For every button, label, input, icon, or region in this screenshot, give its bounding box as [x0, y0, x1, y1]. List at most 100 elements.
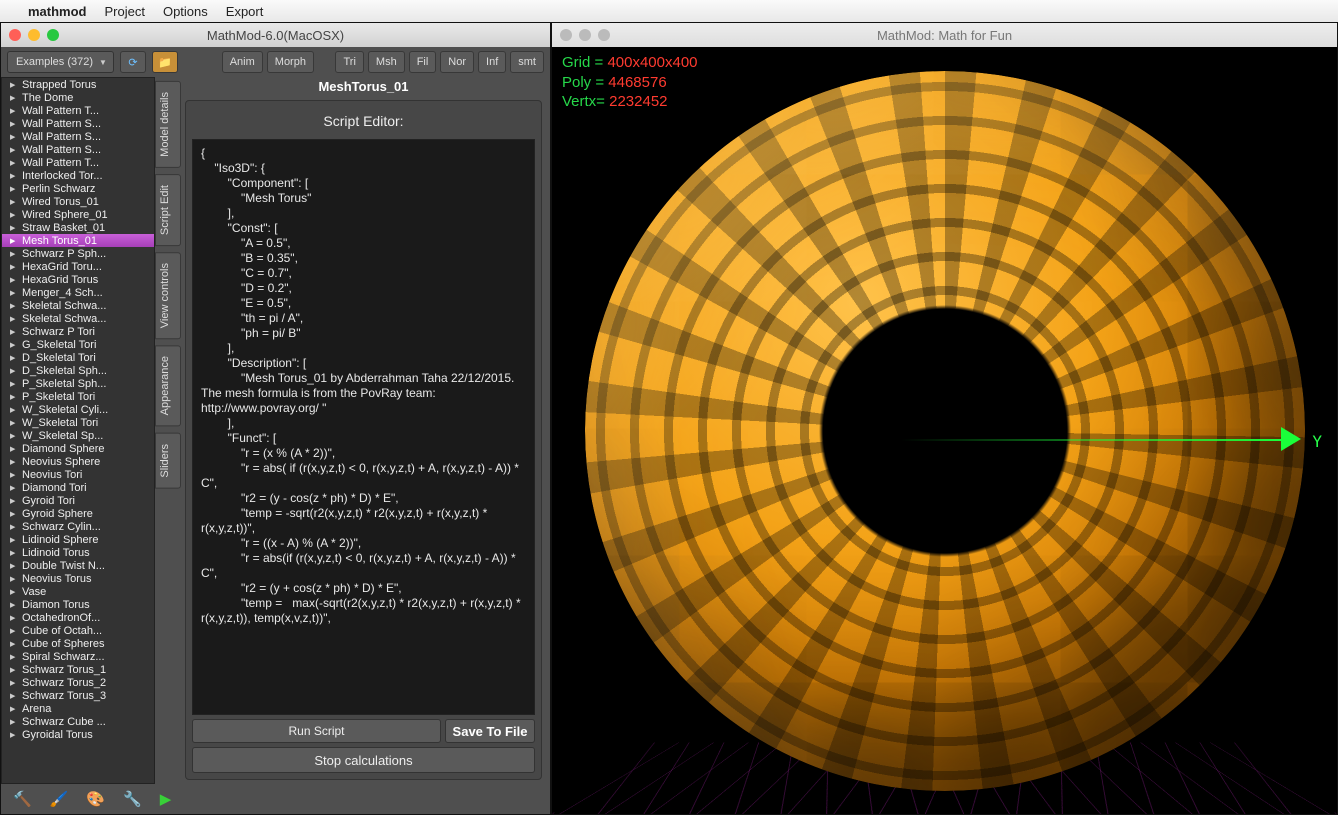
refresh-button[interactable]: ⟳	[120, 51, 146, 73]
hud-poly-value: 4468576	[608, 74, 666, 91]
tree-item[interactable]: Gyroidal Torus	[2, 728, 154, 741]
tree-item[interactable]: Schwarz Torus_3	[2, 689, 154, 702]
tree-item[interactable]: D_Skeletal Tori	[2, 351, 154, 364]
hud-grid-value: 400x400x400	[607, 54, 697, 71]
tree-item[interactable]: Diamond Sphere	[2, 442, 154, 455]
tree-item[interactable]: Double Twist N...	[2, 559, 154, 572]
hammer-icon[interactable]: 🔨	[13, 790, 32, 808]
left-titlebar[interactable]: MathMod-6.0(MacOSX)	[1, 23, 550, 47]
tree-item[interactable]: Menger_4 Sch...	[2, 286, 154, 299]
tree-item[interactable]: Mesh Torus_01	[2, 234, 154, 247]
tree-item[interactable]: Schwarz P Sph...	[2, 247, 154, 260]
examples-dropdown[interactable]: Examples (372) ▼	[7, 51, 114, 73]
anim-button[interactable]: Anim	[222, 51, 263, 73]
tri-button[interactable]: Tri	[335, 51, 363, 73]
menu-export[interactable]: Export	[226, 4, 264, 19]
tree-item[interactable]: Gyroid Sphere	[2, 507, 154, 520]
tree-item[interactable]: Gyroid Tori	[2, 494, 154, 507]
tree-item[interactable]: Schwarz Torus_2	[2, 676, 154, 689]
right-titlebar[interactable]: MathMod: Math for Fun	[552, 23, 1337, 47]
tree-item[interactable]: Skeletal Schwa...	[2, 299, 154, 312]
zoom-icon[interactable]	[47, 29, 59, 41]
tree-item[interactable]: Neovius Tori	[2, 468, 154, 481]
tree-item[interactable]: Schwarz Torus_1	[2, 663, 154, 676]
tree-item[interactable]: Lidinoid Torus	[2, 546, 154, 559]
zoom-icon[interactable]	[598, 29, 610, 41]
right-window-title: MathMod: Math for Fun	[877, 28, 1012, 43]
menu-project[interactable]: Project	[105, 4, 145, 19]
tree-item[interactable]: Vase	[2, 585, 154, 598]
hud-grid-label: Grid =	[562, 54, 607, 71]
tree-item[interactable]: D_Skeletal Sph...	[2, 364, 154, 377]
tree-item[interactable]: Neovius Sphere	[2, 455, 154, 468]
mesh-torus-render	[585, 71, 1305, 791]
examples-tree[interactable]: Strapped TorusThe DomeWall Pattern T...W…	[1, 77, 155, 784]
axis-y-label: Y	[1312, 432, 1322, 451]
script-editor-panel: Script Editor: { "Iso3D": { "Component":…	[185, 100, 542, 780]
tree-item[interactable]: Schwarz Cylin...	[2, 520, 154, 533]
top-toolbar: Examples (372) ▼ ⟳ 📁 Anim Morph Tri Msh …	[1, 47, 550, 77]
tree-item[interactable]: Schwarz P Tori	[2, 325, 154, 338]
tab-model-details[interactable]: Model details	[155, 81, 181, 168]
tree-item[interactable]: HexaGrid Toru...	[2, 260, 154, 273]
tree-item[interactable]: Schwarz Cube ...	[2, 715, 154, 728]
menu-options[interactable]: Options	[163, 4, 208, 19]
tree-item[interactable]: Wall Pattern S...	[2, 117, 154, 130]
tab-script-edit[interactable]: Script Edit	[155, 174, 181, 246]
tree-item[interactable]: W_Skeletal Tori	[2, 416, 154, 429]
tree-item[interactable]: Cube of Spheres	[2, 637, 154, 650]
tree-item[interactable]: Diamond Tori	[2, 481, 154, 494]
brush-icon[interactable]: 🖌️	[50, 790, 69, 808]
msh-button[interactable]: Msh	[368, 51, 405, 73]
wrench-icon[interactable]: 🔧	[123, 790, 142, 808]
tree-item[interactable]: HexaGrid Torus	[2, 273, 154, 286]
tree-item[interactable]: Wall Pattern S...	[2, 143, 154, 156]
hud-vertx-label: Vertx=	[562, 93, 609, 110]
tree-item[interactable]: Wired Torus_01	[2, 195, 154, 208]
run-script-button[interactable]: Run Script	[192, 719, 441, 743]
tree-item[interactable]: Cube of Octah...	[2, 624, 154, 637]
minimize-icon[interactable]	[579, 29, 591, 41]
nor-button[interactable]: Nor	[440, 51, 474, 73]
close-icon[interactable]	[560, 29, 572, 41]
3d-viewport[interactable]: Grid = 400x400x400 Poly = 4468576 Vertx=…	[552, 47, 1337, 814]
folder-button[interactable]: 📁	[152, 51, 178, 73]
play-icon[interactable]: ▶	[160, 790, 172, 808]
close-icon[interactable]	[9, 29, 21, 41]
tree-item[interactable]: Wall Pattern T...	[2, 104, 154, 117]
save-to-file-button[interactable]: Save To File	[445, 719, 535, 743]
stop-calculations-button[interactable]: Stop calculations	[192, 747, 535, 773]
tree-item[interactable]: The Dome	[2, 91, 154, 104]
viewport-window: MathMod: Math for Fun Grid = 400x400x400…	[551, 22, 1338, 815]
tab-sliders[interactable]: Sliders	[155, 433, 181, 489]
tree-item[interactable]: Diamon Torus	[2, 598, 154, 611]
tree-item[interactable]: Strapped Torus	[2, 78, 154, 91]
fil-button[interactable]: Fil	[409, 51, 437, 73]
tree-item[interactable]: P_Skeletal Sph...	[2, 377, 154, 390]
tree-item[interactable]: Arena	[2, 702, 154, 715]
tree-item[interactable]: W_Skeletal Cyli...	[2, 403, 154, 416]
palette-icon[interactable]: 🎨	[86, 790, 105, 808]
tree-item[interactable]: Skeletal Schwa...	[2, 312, 154, 325]
tree-item[interactable]: P_Skeletal Tori	[2, 390, 154, 403]
tree-item[interactable]: Wall Pattern T...	[2, 156, 154, 169]
tree-item[interactable]: Wired Sphere_01	[2, 208, 154, 221]
script-textarea[interactable]: { "Iso3D": { "Component": [ "Mesh Torus"…	[192, 139, 535, 715]
inf-button[interactable]: Inf	[478, 51, 506, 73]
tree-item[interactable]: Wall Pattern S...	[2, 130, 154, 143]
tree-item[interactable]: W_Skeletal Sp...	[2, 429, 154, 442]
tree-item[interactable]: Straw Basket_01	[2, 221, 154, 234]
tree-item[interactable]: Spiral Schwarz...	[2, 650, 154, 663]
morph-button[interactable]: Morph	[267, 51, 314, 73]
tree-item[interactable]: Lidinoid Sphere	[2, 533, 154, 546]
tree-item[interactable]: G_Skeletal Tori	[2, 338, 154, 351]
tree-item[interactable]: Perlin Schwarz	[2, 182, 154, 195]
tab-view-controls[interactable]: View controls	[155, 252, 181, 339]
menu-app-name[interactable]: mathmod	[28, 4, 87, 19]
tree-item[interactable]: Neovius Torus	[2, 572, 154, 585]
smt-button[interactable]: smt	[510, 51, 544, 73]
tree-item[interactable]: OctahedronOf...	[2, 611, 154, 624]
tab-appearance[interactable]: Appearance	[155, 345, 181, 426]
minimize-icon[interactable]	[28, 29, 40, 41]
tree-item[interactable]: Interlocked Tor...	[2, 169, 154, 182]
